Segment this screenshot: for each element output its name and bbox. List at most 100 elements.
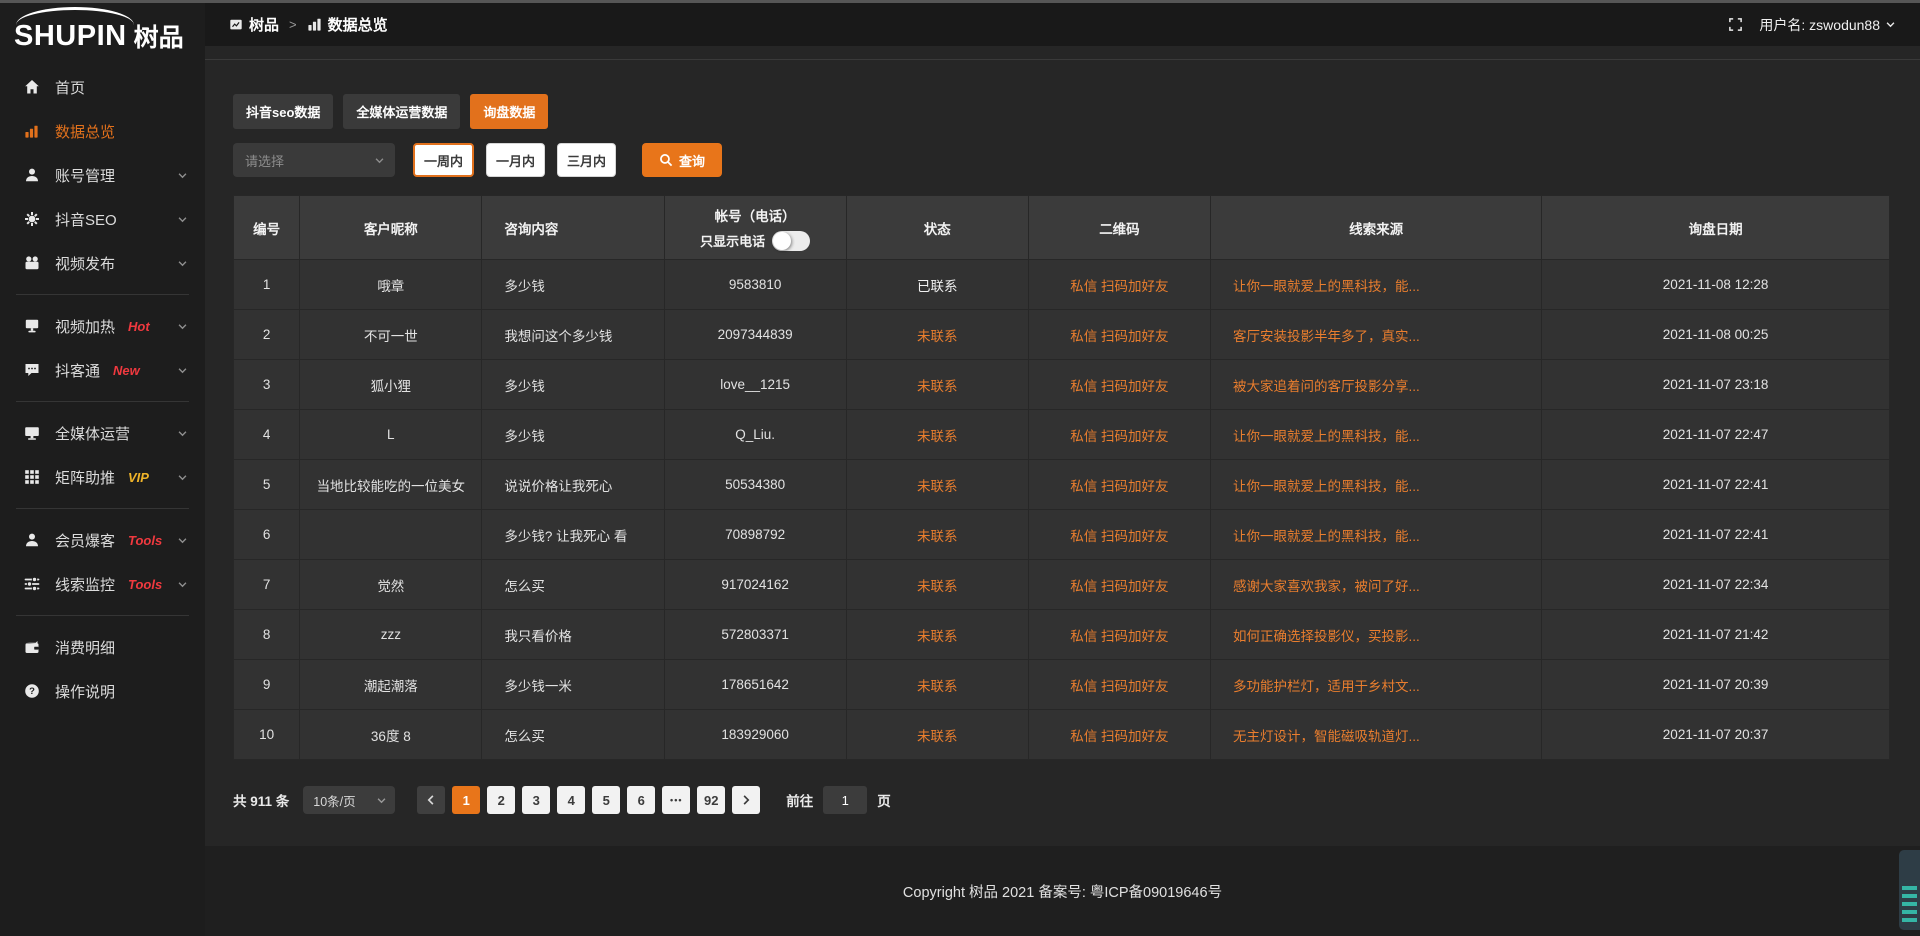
cell-qrcode[interactable]: 私信 扫码加好友 (1028, 610, 1210, 660)
search-icon (659, 153, 673, 167)
sidebar-item-help-circle[interactable]: ?操作说明 (0, 669, 205, 713)
col-header-qrcode: 二维码 (1028, 196, 1210, 260)
tab-0[interactable]: 抖音seo数据 (233, 94, 333, 129)
cell-source[interactable]: 让你一眼就爱上的黑科技，能... (1211, 460, 1542, 510)
sidebar-item-video-camera[interactable]: 视频发布 (0, 241, 205, 285)
cell-date: 2021-11-07 22:41 (1542, 460, 1890, 510)
cell-qrcode[interactable]: 私信 扫码加好友 (1028, 560, 1210, 610)
chevron-down-icon (177, 170, 189, 181)
cell-qrcode[interactable]: 私信 扫码加好友 (1028, 710, 1210, 760)
filter-select[interactable]: 请选择 (233, 143, 395, 177)
chevron-down-icon (177, 472, 189, 483)
sidebar-item-heat-screen[interactable]: 视频加热Hot (0, 304, 205, 348)
cell-id: 5 (234, 460, 300, 510)
table-row: 4L多少钱Q_Liu.未联系私信 扫码加好友让你一眼就爱上的黑科技，能...20… (234, 410, 1890, 460)
sidebar-item-user[interactable]: 账号管理 (0, 153, 205, 197)
sidebar-item-badge: New (113, 363, 140, 378)
cell-account: Q_Liu. (664, 410, 846, 460)
cell-nickname: 不可一世 (300, 310, 482, 360)
query-button[interactable]: 查询 (642, 143, 722, 177)
heat-screen-icon (24, 318, 42, 334)
total-count: 共 911 条 (233, 790, 289, 810)
cell-qrcode[interactable]: 私信 扫码加好友 (1028, 360, 1210, 410)
cell-inquiry: 我只看价格 (482, 610, 664, 660)
cell-nickname: 当地比较能吃的一位美女 (300, 460, 482, 510)
col-header-nickname: 客户昵称 (300, 196, 482, 260)
phone-only-label: 只显示电话 (700, 231, 765, 250)
cell-account: 183929060 (664, 710, 846, 760)
chevron-left-icon (425, 794, 437, 806)
cell-qrcode[interactable]: 私信 扫码加好友 (1028, 660, 1210, 710)
sidebar-item-gear[interactable]: 抖音SEO (0, 197, 205, 241)
sidebar-divider (16, 401, 189, 402)
cell-source[interactable]: 如何正确选择投影仪，买投影... (1211, 610, 1542, 660)
cell-date: 2021-11-07 22:41 (1542, 510, 1890, 560)
cell-source[interactable]: 多功能护栏灯，适用于乡村文... (1211, 660, 1542, 710)
sidebar-item-chart-bar[interactable]: 数据总览 (0, 109, 205, 153)
cell-source[interactable]: 被大家追着问的客厅投影分享... (1211, 360, 1542, 410)
prev-page-button[interactable] (417, 786, 445, 814)
cell-source[interactable]: 让你一眼就爱上的黑科技，能... (1211, 510, 1542, 560)
fullscreen-icon[interactable] (1728, 17, 1743, 32)
cell-qrcode[interactable]: 私信 扫码加好友 (1028, 460, 1210, 510)
topbar-right: 用户名: zswodun88 (1728, 15, 1896, 35)
sidebar-item-wallet[interactable]: 消费明细 (0, 625, 205, 669)
page-more-button[interactable]: ••• (662, 786, 690, 814)
breadcrumb-item-home[interactable]: 树品 (229, 14, 279, 35)
cell-date: 2021-11-07 22:34 (1542, 560, 1890, 610)
page-button-2[interactable]: 2 (487, 786, 515, 814)
sidebar-item-sliders[interactable]: 线索监控Tools (0, 562, 205, 606)
cell-source[interactable]: 无主灯设计，智能磁吸轨道灯... (1211, 710, 1542, 760)
breadcrumb-item-current[interactable]: 数据总览 (307, 14, 388, 35)
tab-1[interactable]: 全媒体运营数据 (343, 94, 460, 129)
pagination: 共 911 条 10条/页 123456•••92 前往 页 (233, 786, 1920, 814)
range-button-2[interactable]: 三月内 (557, 143, 616, 177)
cell-nickname: 狐小狸 (300, 360, 482, 410)
cell-id: 2 (234, 310, 300, 360)
cell-source[interactable]: 让你一眼就爱上的黑科技，能... (1211, 260, 1542, 310)
cell-qrcode[interactable]: 私信 扫码加好友 (1028, 310, 1210, 360)
sidebar-menu: 首页数据总览账号管理抖音SEO视频发布视频加热Hot抖客通New 全媒体运营矩阵助… (0, 59, 205, 713)
username-menu[interactable]: 用户名: zswodun88 (1759, 15, 1896, 35)
home-icon (24, 79, 42, 95)
sidebar-item-home[interactable]: 首页 (0, 65, 205, 109)
sidebar-divider (16, 294, 189, 295)
page-button-5[interactable]: 5 (592, 786, 620, 814)
cell-status: 未联系 (846, 560, 1028, 610)
page-size-select[interactable]: 10条/页 (303, 786, 395, 814)
range-button-1[interactable]: 一月内 (486, 143, 545, 177)
sidebar-item-comment[interactable]: 抖客通New (0, 348, 205, 392)
sidebar-item-label: 首页 (55, 77, 85, 98)
cell-account: 9583810 (664, 260, 846, 310)
page-button-1[interactable]: 1 (452, 786, 480, 814)
page-button-4[interactable]: 4 (557, 786, 585, 814)
chevron-right-icon (740, 794, 752, 806)
username-label: 用户名: zswodun88 (1759, 15, 1880, 35)
cell-account: 178651642 (664, 660, 846, 710)
dashboard-icon (229, 18, 243, 32)
cell-qrcode[interactable]: 私信 扫码加好友 (1028, 260, 1210, 310)
cell-qrcode[interactable]: 私信 扫码加好友 (1028, 510, 1210, 560)
cell-source[interactable]: 感谢大家喜欢我家，被问了好... (1211, 560, 1542, 610)
page-button-92[interactable]: 92 (697, 786, 725, 814)
cell-qrcode[interactable]: 私信 扫码加好友 (1028, 410, 1210, 460)
sidebar-divider (16, 508, 189, 509)
page-button-3[interactable]: 3 (522, 786, 550, 814)
sidebar-item-monitor[interactable]: 全媒体运营 (0, 411, 205, 455)
page-button-6[interactable]: 6 (627, 786, 655, 814)
cell-inquiry: 怎么买 (482, 710, 664, 760)
cell-source[interactable]: 客厅安装投影半年多了，真实... (1211, 310, 1542, 360)
phone-only-toggle[interactable] (772, 231, 810, 251)
table-header-row: 编号 客户昵称 咨询内容 帐号（电话） 只显示电话 状态 二维码 线索来源 询盘… (234, 196, 1890, 260)
range-button-0[interactable]: 一周内 (413, 143, 474, 177)
sidebar-item-person[interactable]: 会员爆客Tools (0, 518, 205, 562)
cell-source[interactable]: 让你一眼就爱上的黑科技，能... (1211, 410, 1542, 460)
tab-2[interactable]: 询盘数据 (470, 94, 548, 129)
sidebar-item-grid[interactable]: 矩阵助推VIP (0, 455, 205, 499)
sliders-icon (24, 576, 42, 592)
floating-widget[interactable] (1899, 850, 1920, 930)
next-page-button[interactable] (732, 786, 760, 814)
page-jump-input[interactable] (823, 786, 867, 814)
cell-id: 8 (234, 610, 300, 660)
floating-widget-stripes (1902, 886, 1917, 924)
